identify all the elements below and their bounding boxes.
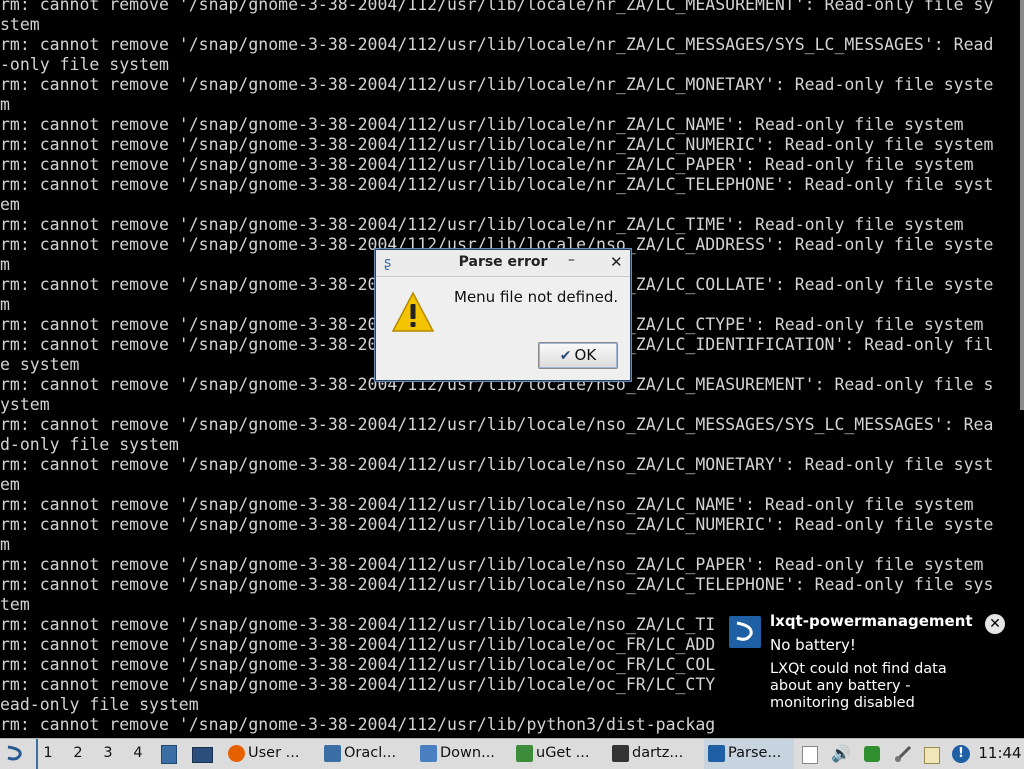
- notification-summary: No battery!: [770, 636, 856, 654]
- terminal-line: rm: cannot remove '/snap/gnome-3-38-2004…: [0, 495, 974, 514]
- ok-label: OK: [574, 346, 597, 364]
- close-button[interactable]: ✕: [610, 253, 623, 271]
- network-icon[interactable]: [893, 744, 913, 764]
- notification-app-name: lxqt-powermanagement: [770, 612, 973, 630]
- task-downloads[interactable]: Down...: [416, 739, 508, 769]
- start-menu-button[interactable]: [2, 739, 28, 769]
- workspace-2[interactable]: 2: [66, 739, 90, 769]
- task-label: User ...: [248, 745, 300, 761]
- notification-close-icon[interactable]: ✕: [985, 614, 1005, 634]
- dialog-titlebar[interactable]: ʂ Parse error – ✕: [376, 250, 630, 277]
- task-parse-error[interactable]: Parse...: [704, 739, 794, 769]
- terminal-line: stem: [0, 15, 40, 34]
- clipboard-manager-icon[interactable]: [921, 744, 941, 764]
- terminal-line: m: [0, 535, 10, 554]
- terminal-launcher-icon[interactable]: [191, 739, 213, 769]
- uget-icon: [516, 745, 533, 762]
- task-oracle[interactable]: Oracl...: [320, 739, 412, 769]
- firefox-icon: [228, 745, 245, 762]
- clock[interactable]: 11:44: [978, 739, 1022, 769]
- task-label: Down...: [440, 745, 495, 761]
- task-label: Oracl...: [344, 745, 397, 761]
- volume-icon[interactable]: 🔊: [831, 744, 851, 764]
- lxqt-logo-icon: [729, 616, 761, 648]
- terminal-line: rm: cannot remove '/snap/gnome-3-38-2004…: [0, 555, 984, 574]
- terminal-scrollbar[interactable]: [1020, 0, 1024, 410]
- terminal-line: rm: cannot remove '/snap/gnome-3-38-2004…: [0, 575, 994, 594]
- terminal-line: rm: cannot remove '/snap/gnome-3-38-2004…: [0, 175, 994, 194]
- ok-button[interactable]: ✔ OK: [538, 342, 618, 369]
- terminal-icon: [612, 745, 629, 762]
- terminal-line: rm: cannot remove '/snap/gnome-3-38-2004…: [0, 35, 994, 54]
- terminal-line: rm: cannot remove '/snap/gnome-3-38-2004…: [0, 75, 994, 94]
- terminal-line: rm: cannot remove '/snap/gnome-3-38-2004…: [0, 415, 994, 434]
- terminal-line: d-only file system: [0, 435, 179, 454]
- terminal-line: em: [0, 475, 20, 494]
- task-terminal[interactable]: dartz...: [608, 739, 700, 769]
- terminal-line: ystem: [0, 395, 50, 414]
- dialog-message: Menu file not defined.: [454, 288, 619, 306]
- workspace-4[interactable]: 4: [126, 739, 150, 769]
- terminal-line: rm: cannot remove '/snap/gnome-3-38-2004…: [0, 115, 964, 134]
- lxqt-icon: [708, 745, 725, 762]
- folder-icon: [420, 745, 437, 762]
- check-icon: ✔: [559, 348, 572, 364]
- info-icon[interactable]: !: [951, 744, 971, 764]
- workspace-3[interactable]: 3: [96, 739, 120, 769]
- terminal-line: rm: cannot remove '/snap/gnome-3-38-2004…: [0, 0, 994, 14]
- battery-notification[interactable]: lxqt-powermanagement ✕ No battery! LXQt …: [720, 596, 1024, 738]
- task-firefox[interactable]: User ...: [224, 739, 316, 769]
- minimize-button[interactable]: –: [568, 252, 575, 268]
- clipboard-icon[interactable]: [799, 744, 819, 764]
- update-icon[interactable]: [862, 744, 882, 764]
- task-label: uGet ...: [536, 745, 590, 761]
- dialog-title: Parse error: [458, 254, 548, 270]
- terminal-line: rm: cannot remove '/snap/gnome-3-38-2004…: [0, 135, 994, 154]
- task-label: dartz...: [632, 745, 684, 761]
- lxqt-menu-icon: [7, 745, 22, 761]
- task-uget[interactable]: uGet ...: [512, 739, 604, 769]
- task-label: Parse...: [728, 745, 782, 761]
- parse-error-dialog: ʂ Parse error – ✕ Menu file not defined.…: [374, 248, 632, 382]
- terminal-line: rm: cannot remove '/snap/gnome-3-38-2004…: [0, 455, 994, 474]
- terminal-line: -only file system: [0, 55, 169, 74]
- notification-body: LXQt could not find data about any batte…: [770, 661, 947, 711]
- terminal-line: m: [0, 95, 10, 114]
- terminal-line: em: [0, 195, 20, 214]
- terminal-line: rm: cannot remove '/snap/gnome-3-38-2004…: [0, 215, 964, 234]
- file-manager-launcher-icon[interactable]: [159, 739, 179, 769]
- warning-icon: [391, 291, 435, 332]
- workspace-1[interactable]: 1: [36, 739, 60, 769]
- terminal-line: rm: cannot remove '/snap/gnome-3-38-2004…: [0, 155, 974, 174]
- virtualbox-icon: [324, 745, 341, 762]
- taskbar: 1 2 3 4 User ... Oracl... Down... uGet .…: [0, 738, 1024, 769]
- terminal-line: rm: cannot remove '/snap/gnome-3-38-2004…: [0, 515, 994, 534]
